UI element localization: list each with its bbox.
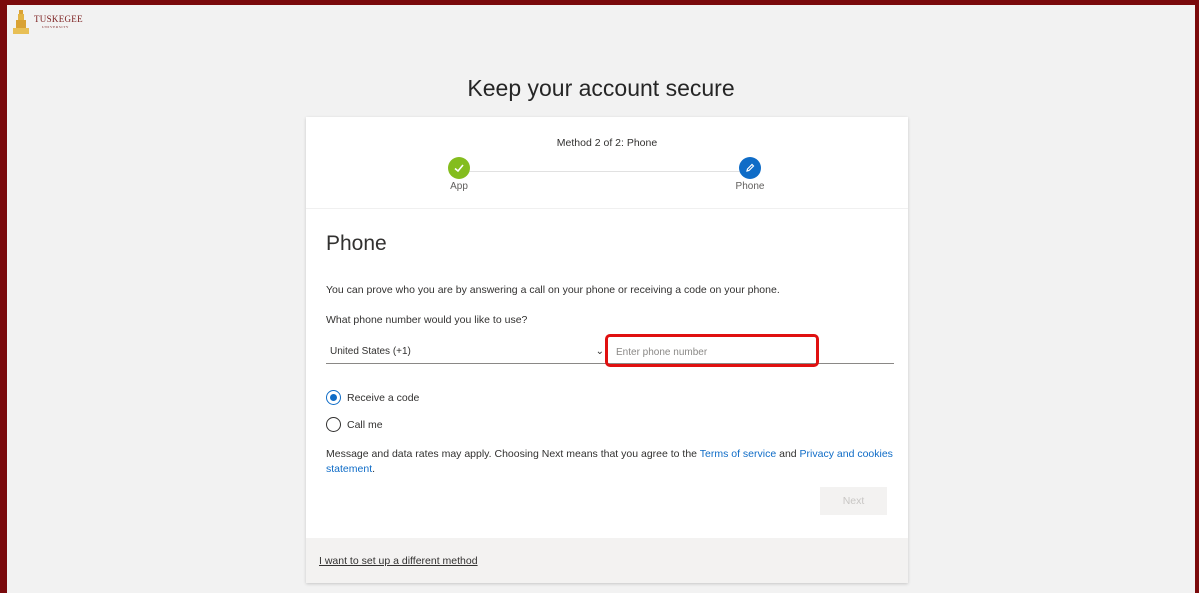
progress-line — [468, 171, 744, 172]
notice-text-1: Message and data rates may apply. Choosi… — [326, 448, 700, 460]
notice-text-2: and — [776, 448, 800, 460]
step-app: App — [429, 157, 489, 192]
card-footer: I want to set up a different method — [306, 538, 908, 583]
phone-question: What phone number would you like to use? — [326, 314, 528, 326]
chevron-down-icon: ⌄ — [595, 346, 604, 357]
page: TUSKEGEE UNIVERSITY Keep your account se… — [7, 5, 1195, 593]
next-button[interactable]: Next — [820, 487, 887, 515]
country-select-value: United States (+1) — [330, 346, 411, 357]
rates-notice: Message and data rates may apply. Choosi… — [326, 447, 894, 477]
call-me-option[interactable]: Call me — [326, 417, 383, 432]
pencil-icon — [739, 157, 761, 179]
setup-card: Method 2 of 2: Phone App Phone Phone You… — [306, 117, 908, 583]
check-icon — [448, 157, 470, 179]
call-me-radio[interactable] — [326, 417, 341, 432]
country-select[interactable]: United States (+1) ⌄ — [326, 340, 608, 364]
phone-section: Phone You can prove who you are by answe… — [314, 211, 900, 531]
receive-code-label: Receive a code — [347, 391, 420, 404]
receive-code-radio[interactable] — [326, 390, 341, 405]
section-title: Phone — [326, 232, 387, 255]
phone-number-input[interactable] — [616, 343, 816, 361]
notice-text-3: . — [372, 463, 376, 475]
section-description: You can prove who you are by answering a… — [326, 284, 780, 296]
tuskegee-logo: TUSKEGEE UNIVERSITY — [12, 9, 83, 35]
step-app-label: App — [450, 181, 468, 192]
logo-subtitle: UNIVERSITY — [42, 25, 69, 29]
different-method-link[interactable]: I want to set up a different method — [319, 555, 478, 567]
page-title: Keep your account secure — [467, 75, 735, 101]
divider — [306, 208, 908, 209]
step-phone-label: Phone — [735, 181, 765, 192]
phone-field — [608, 340, 894, 364]
terms-link[interactable]: Terms of service — [700, 448, 776, 460]
method-label: Method 2 of 2: Phone — [556, 137, 658, 149]
receive-code-option[interactable]: Receive a code — [326, 390, 419, 405]
step-phone: Phone — [720, 157, 780, 192]
tower-icon — [13, 10, 29, 34]
top-bar: TUSKEGEE UNIVERSITY — [7, 5, 1195, 41]
logo-name: TUSKEGEE — [34, 14, 83, 24]
call-me-label: Call me — [347, 418, 383, 431]
progress-steps: Method 2 of 2: Phone App Phone — [306, 117, 908, 207]
